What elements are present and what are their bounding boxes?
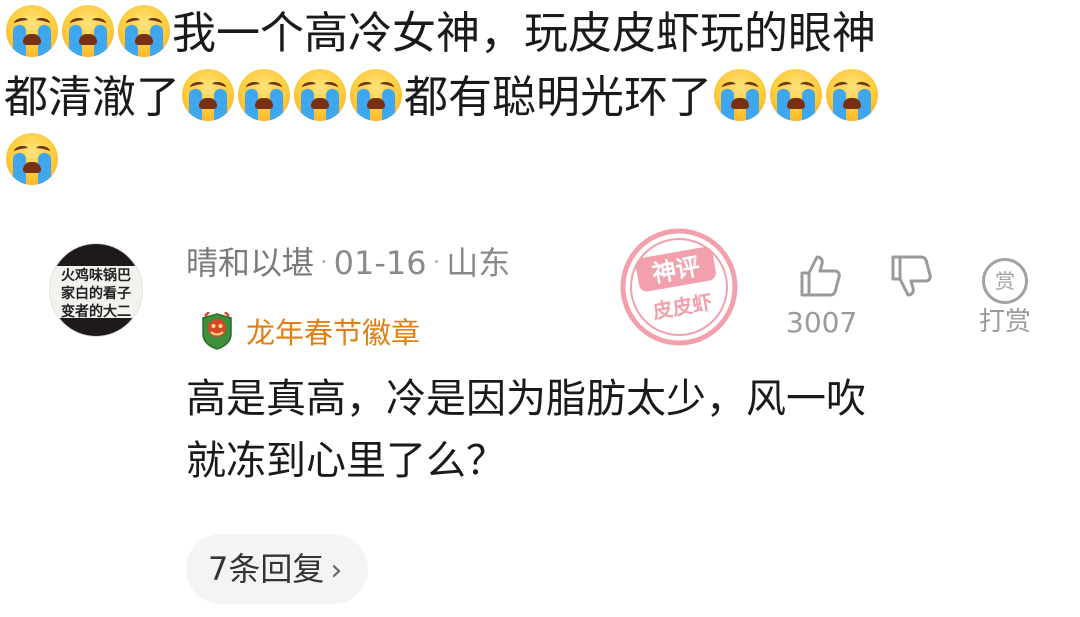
crying-face-icon bbox=[118, 5, 170, 57]
like-button[interactable]: 3007 bbox=[786, 253, 858, 339]
avatar-text-line: 火鸡味锅巴 bbox=[61, 268, 131, 284]
meta-separator: · bbox=[320, 248, 328, 276]
crying-face-icon bbox=[6, 5, 58, 57]
stamp-bottom-text: 皮皮虾 bbox=[651, 290, 714, 324]
badge[interactable]: 龙年春节徽章 bbox=[200, 310, 420, 354]
crying-face-icon bbox=[350, 69, 402, 121]
thumbs-up-icon bbox=[800, 255, 841, 297]
username[interactable]: 晴和以堪 bbox=[186, 244, 314, 282]
post-text-segment: 我一个高冷女神，玩皮皮虾玩的眼神 bbox=[172, 8, 876, 59]
crying-face-icon bbox=[770, 69, 822, 121]
badge-label: 龙年春节徽章 bbox=[246, 316, 421, 350]
thumbs-down-icon bbox=[891, 255, 932, 297]
comment-page: 我一个高冷女神，玩皮皮虾玩的眼神 都清澈了 都有聪明光环了 火鸡味锅巴 家白的看子… bbox=[0, 0, 1080, 617]
comment-text-line: 高是真高，冷是因为脂肪太少，风一吹 bbox=[186, 376, 866, 422]
avatar-band-top bbox=[50, 244, 142, 266]
post-text-segment: 都清澈了 bbox=[4, 72, 180, 123]
meta-separator: · bbox=[432, 248, 441, 276]
crying-face-icon bbox=[62, 5, 114, 57]
dragon-badge-icon bbox=[200, 311, 234, 350]
avatar-band-bottom bbox=[50, 318, 142, 336]
crying-face-icon bbox=[714, 69, 766, 121]
crying-face-icon bbox=[238, 69, 290, 121]
comment-location: 山东 bbox=[446, 244, 511, 282]
reward-icon: 赏 bbox=[982, 258, 1028, 304]
dislike-button[interactable] bbox=[882, 253, 942, 303]
view-replies-button[interactable]: 7条回复 › bbox=[186, 534, 369, 604]
crying-face-icon bbox=[294, 69, 346, 121]
comment-text-line: 就冻到心里了么？ bbox=[186, 438, 506, 484]
post-text: 我一个高冷女神，玩皮皮虾玩的眼神 都清澈了 都有聪明光环了 bbox=[4, 2, 1064, 194]
replies-label: 7条回复 bbox=[208, 550, 325, 588]
comment-date: 01-16 bbox=[333, 244, 427, 282]
crying-face-icon bbox=[826, 69, 878, 121]
crying-face-icon bbox=[182, 69, 234, 121]
reward-label: 打赏 bbox=[978, 307, 1031, 337]
like-count: 3007 bbox=[786, 306, 858, 339]
post-text-segment: 都有聪明光环了 bbox=[404, 72, 712, 123]
avatar[interactable]: 火鸡味锅巴 家白的看子 变者的大二 bbox=[49, 243, 143, 337]
chevron-right-icon: › bbox=[330, 553, 343, 588]
reward-button[interactable]: 赏 打赏 bbox=[972, 258, 1038, 338]
avatar-text-line: 家白的看子 bbox=[61, 286, 131, 302]
crying-face-icon bbox=[6, 133, 58, 185]
comment-meta: 晴和以堪 · 01-16 · 山东 bbox=[186, 240, 510, 285]
comment-text: 高是真高，冷是因为脂肪太少，风一吹 就冻到心里了么？ bbox=[186, 368, 1026, 492]
god-comment-stamp-icon: 神评 皮皮虾 bbox=[620, 228, 738, 346]
